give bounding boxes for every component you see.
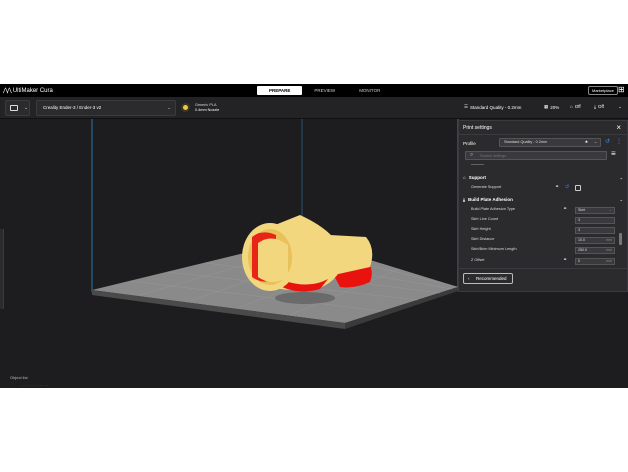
- chevron-down-icon: ⌄: [608, 208, 612, 212]
- tab-preview[interactable]: PREVIEW: [302, 86, 347, 95]
- setting-skirt-min-length: Skirt/Brim Minimum Length 250.0 mm: [471, 247, 616, 255]
- search-field[interactable]: [480, 152, 600, 159]
- link-icon: ⚭: [555, 184, 560, 190]
- support-icon: ⌂: [463, 175, 466, 180]
- folder-icon: [10, 105, 18, 111]
- chevron-down-icon: ⌄: [619, 197, 623, 202]
- profile-label: Profile: [463, 141, 476, 146]
- modified-star-icon: ★: [584, 140, 588, 144]
- print-settings-panel-footer: Z Offset ⚭ 0 mm ‹ Recommended: [458, 256, 628, 292]
- setting-skirt-distance: Skirt Distance 10.0 mm: [471, 237, 616, 245]
- model-object[interactable]: [242, 215, 373, 292]
- setting-skirt-height: Skirt Height 3: [471, 227, 616, 235]
- recommended-button[interactable]: ‹ Recommended: [463, 273, 513, 284]
- adhesion-icon: ⤓: [463, 197, 465, 202]
- material-selector[interactable]: Generic PLA 0.4mm Nozzle: [177, 100, 457, 116]
- apps-grid-icon[interactable]: ⊞: [618, 86, 626, 94]
- object-shadow: [275, 292, 335, 304]
- chevron-down-icon: ⌄: [167, 105, 171, 110]
- adhesion-type-select[interactable]: Skirt ⌄: [575, 207, 615, 214]
- sliders-icon: ☰: [464, 104, 469, 109]
- setting-z-offset: Z Offset ⚭ 0 mm: [471, 257, 616, 266]
- infill-icon: ▦: [544, 104, 549, 109]
- adhesion-icon: ⤓: [594, 104, 596, 109]
- object-list-item: · · · · · · · · · · · ·: [20, 383, 49, 388]
- marketplace-button[interactable]: Marketplace: [588, 86, 618, 95]
- setting-skirt-line-count: Skirt Line Count 3: [471, 217, 616, 225]
- settings-scrollbar[interactable]: [619, 233, 622, 245]
- adhesion-summary: ⤓ Off: [594, 104, 604, 109]
- nozzle-size: 0.4mm Nozzle: [195, 108, 220, 112]
- chevron-down-icon: ⌄: [593, 140, 597, 144]
- object-list-toggle[interactable]: Object list: [10, 375, 28, 380]
- support-summary: ⌂ Off: [570, 104, 581, 109]
- app-title: UltiMaker Cura: [12, 87, 53, 94]
- cura-window: ⋀⋀ UltiMaker Cura PREPARE PREVIEW MONITO…: [0, 84, 628, 388]
- open-file-button[interactable]: ⌄: [5, 100, 30, 116]
- generate-support-checkbox[interactable]: [575, 185, 581, 191]
- hamburger-menu-icon[interactable]: ≡: [611, 150, 616, 158]
- category-build-plate-adhesion[interactable]: ⤓ Build Plate Adhesion ⌄: [463, 195, 623, 204]
- chevron-left-icon: ‹: [468, 276, 470, 281]
- stage-tabs: PREPARE PREVIEW MONITOR: [257, 86, 392, 95]
- app-brand: ⋀⋀ UltiMaker Cura: [3, 87, 53, 95]
- link-icon: ⚭: [563, 257, 568, 263]
- z-offset-input[interactable]: 0 mm: [575, 258, 615, 265]
- link-icon: ⚭: [563, 206, 568, 212]
- chevron-down-icon: ⌄: [619, 175, 623, 180]
- profile-menu-icon[interactable]: ⋮: [616, 138, 622, 145]
- profile-dropdown[interactable]: Standard Quality - 0.2mm ★ ⌄: [499, 138, 601, 147]
- toolbar: ⌄ Creality Ender-3 / Ender-3 v2 ⌄ Generi…: [0, 97, 628, 119]
- top-bar: ⋀⋀ UltiMaker Cura PREPARE PREVIEW MONITO…: [0, 84, 628, 97]
- tab-prepare[interactable]: PREPARE: [257, 86, 303, 95]
- printer-name: Creality Ender-3 / Ender-3 v2: [43, 105, 102, 110]
- category-support[interactable]: ⌂ Support ⌄: [463, 173, 623, 182]
- divider: [459, 134, 627, 135]
- search-input[interactable]: ⌕: [465, 151, 607, 160]
- model-inner-wall: [258, 238, 288, 282]
- quality-summary: ☰ Standard Quality - 0.2mm: [464, 104, 522, 110]
- object-list-handle[interactable]: [0, 229, 4, 309]
- skirt-line-count-input[interactable]: 3: [575, 217, 615, 224]
- chevron-down-icon: ⌄: [24, 105, 29, 111]
- material-color-icon: [181, 103, 190, 112]
- tab-monitor[interactable]: MONITOR: [347, 86, 392, 95]
- print-settings-summary[interactable]: ☰ Standard Quality - 0.2mm ▦ 20% ⌂ Off ⤓…: [458, 100, 628, 116]
- support-icon: ⌂: [570, 104, 573, 109]
- close-icon[interactable]: ×: [616, 123, 621, 132]
- skirt-height-input[interactable]: 3: [575, 227, 615, 234]
- reset-icon[interactable]: ↺: [565, 184, 569, 190]
- scrolled-setting-label: ▔▔▔▔▔: [471, 164, 485, 167]
- skirt-distance-input[interactable]: 10.0 mm: [575, 237, 615, 244]
- material-name: Generic PLA: [195, 103, 217, 107]
- divider: [459, 268, 627, 269]
- search-icon: ⌕: [470, 152, 474, 158]
- panel-title: Print settings: [463, 125, 492, 131]
- setting-adhesion-type: Build Plate Adhesion Type ⚭ Skirt ⌄: [471, 206, 616, 215]
- infill-summary: ▦ 20%: [544, 104, 560, 110]
- reset-profile-icon[interactable]: ↺: [605, 138, 610, 145]
- printer-selector[interactable]: Creality Ender-3 / Ender-3 v2 ⌄: [36, 100, 176, 116]
- skirt-min-length-input[interactable]: 250.0 mm: [575, 247, 615, 254]
- ultimaker-logo-icon: ⋀⋀: [3, 88, 12, 94]
- setting-generate-support[interactable]: Generate Support ⚭ ↺: [471, 184, 616, 193]
- chevron-down-icon: ⌄: [618, 104, 622, 109]
